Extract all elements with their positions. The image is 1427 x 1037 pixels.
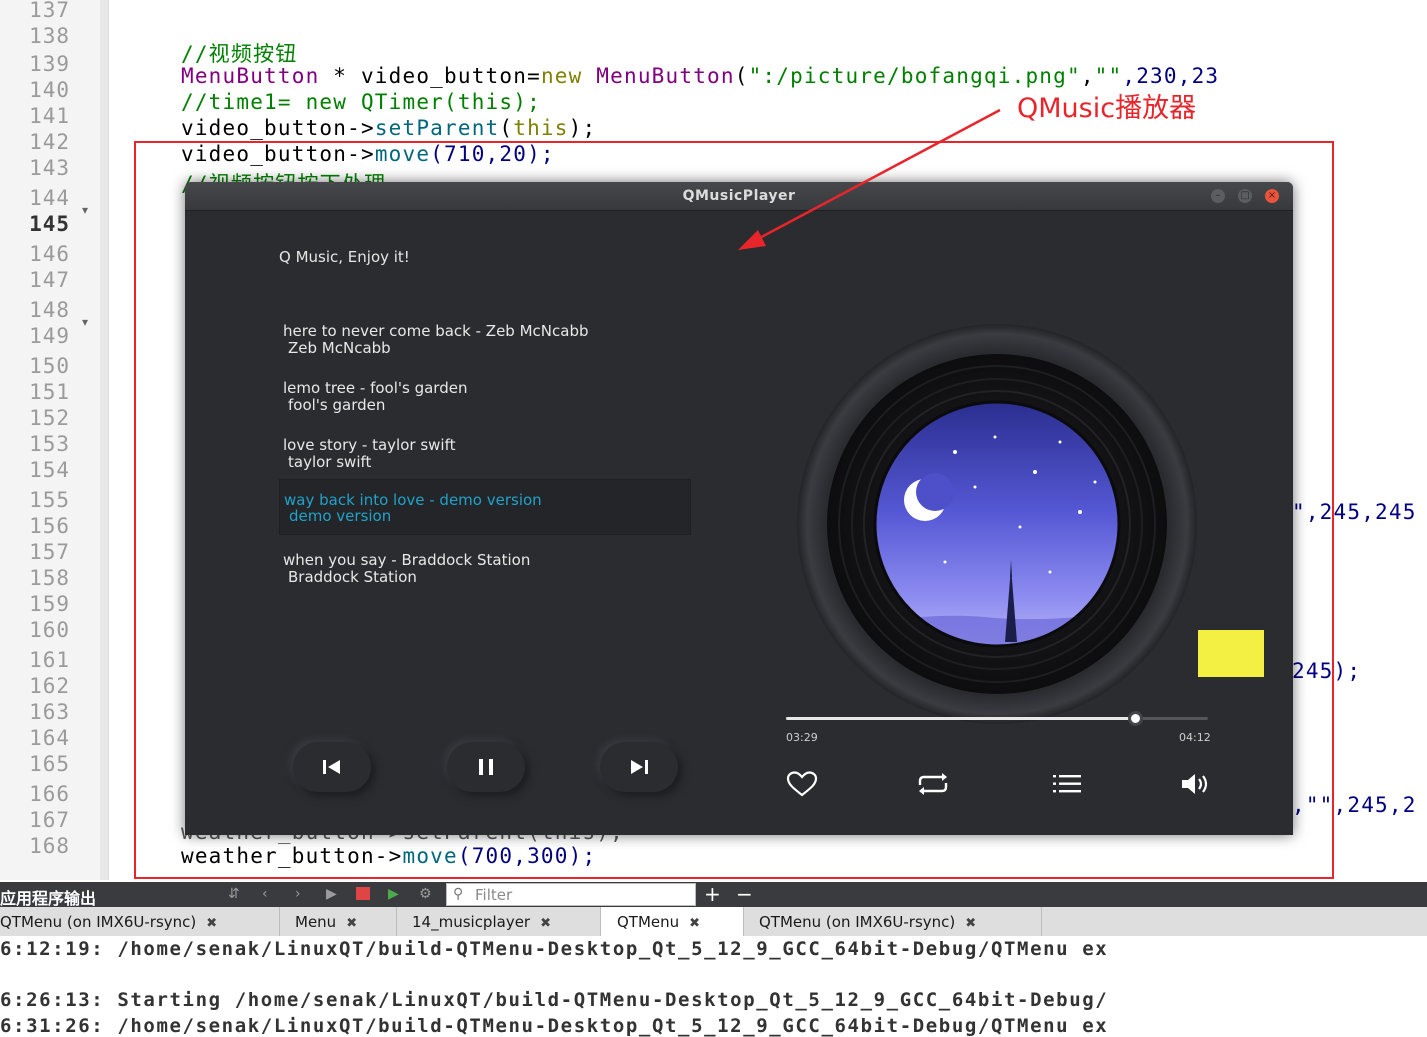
close-tab-icon[interactable]: ✖ (206, 916, 217, 931)
line-number: 149 (29, 324, 70, 348)
line-number: 144 (29, 186, 70, 210)
output-tab[interactable]: Menu ✖ (280, 907, 397, 936)
line-number: 138 (29, 24, 70, 48)
close-tab-icon[interactable]: ✖ (540, 916, 551, 931)
application-output[interactable]: 6:12:19: /home/senak/LinuxQT/build-QTMen… (0, 936, 1427, 1037)
line-number: 141 (29, 104, 70, 128)
fold-bar (100, 0, 108, 880)
stop-icon[interactable] (356, 887, 370, 900)
filter-box[interactable]: ⚲ (446, 883, 696, 906)
back-arrow-icon[interactable]: ‹ (262, 886, 268, 902)
output-tab-selected[interactable]: QTMenu ✖ (601, 907, 744, 936)
tab-label: QTMenu (617, 913, 680, 931)
close-tab-icon[interactable]: ✖ (346, 916, 357, 931)
output-panel-title: 应用程序输出 (0, 889, 97, 908)
tab-label: QTMenu (on IMX6U-rsync) (759, 913, 956, 931)
code-token: * video_button= (319, 64, 541, 88)
line-number: 167 (29, 808, 70, 832)
code-token: ,230,23 (1122, 64, 1220, 88)
line-number: 156 (29, 514, 70, 538)
code-token: MenuButton (181, 64, 320, 88)
line-number: 143 (29, 156, 70, 180)
line-number: 150 (29, 354, 70, 378)
line-number: 153 (29, 432, 70, 456)
code-token: video_button-> (181, 116, 375, 140)
output-toolbar: 应用程序输出 ⇵ ‹ › ▶ ▶ ⚙ ⚲ + − (0, 882, 1427, 908)
line-number: 159 (29, 592, 70, 616)
line-number: 158 (29, 566, 70, 590)
code-token: MenuButton (582, 64, 735, 88)
output-line: 6:31:26: /home/senak/LinuxQT/build-QTMen… (0, 1015, 1109, 1037)
line-number: 151 (29, 380, 70, 404)
code-token: , (1080, 64, 1095, 88)
code-token: setParent (374, 116, 500, 140)
annotation-label: QMusic播放器 (1017, 93, 1197, 124)
line-number: 148 (29, 298, 70, 322)
line-number: 152 (29, 406, 70, 430)
line-number: 162 (29, 674, 70, 698)
line-number: 163 (29, 700, 70, 724)
line-number: 165 (29, 752, 70, 776)
code-line-140: //time1= new QTimer(this); (181, 90, 541, 114)
close-tab-icon[interactable]: ✖ (689, 916, 700, 931)
line-number: 154 (29, 458, 70, 482)
code-token: new (540, 64, 583, 88)
run-icon[interactable]: ▶ (326, 886, 337, 902)
line-number: 140 (29, 78, 70, 102)
line-number: 161 (29, 648, 70, 672)
output-tabs: QTMenu (on IMX6U-rsync) ✖ Menu ✖ 14_musicp… (0, 907, 1427, 937)
annotation-highlight-box (134, 141, 1334, 879)
tab-label: QTMenu (on IMX6U-rsync) (0, 913, 197, 931)
remove-output-button[interactable]: − (736, 882, 753, 906)
line-number: 139 (29, 52, 70, 76)
output-line: 6:12:19: /home/senak/LinuxQT/build-QTMen… (0, 938, 1109, 960)
code-line-141: video_button->setParent(this); (181, 116, 596, 140)
tab-label: 14_musicplayer (412, 913, 531, 931)
output-tab[interactable]: 14_musicplayer ✖ (397, 907, 601, 936)
fold-marker-icon[interactable]: ▾ (82, 315, 88, 329)
code-token: ); (568, 116, 597, 140)
line-number: 142 (29, 130, 70, 154)
line-number: 157 (29, 540, 70, 564)
attach-icon[interactable]: ⇵ (228, 886, 240, 902)
line-number-current: 145 (29, 212, 70, 236)
line-number: 137 (29, 0, 70, 22)
line-number-gutter: 137 138 139 140 141 142 143 144 145 146 … (0, 0, 109, 880)
line-number: 146 (29, 242, 70, 266)
fold-marker-icon[interactable]: ▾ (82, 203, 88, 217)
line-number: 155 (29, 488, 70, 512)
code-token: ( (734, 64, 749, 88)
close-tab-icon[interactable]: ✖ (965, 916, 976, 931)
code-line-139: MenuButton * video_button=new MenuButton… (181, 64, 1219, 88)
debug-run-icon[interactable]: ▶ (388, 886, 399, 902)
add-output-button[interactable]: + (704, 882, 721, 906)
line-number: 160 (29, 618, 70, 642)
code-token: ":/picture/bofangqi.png" (748, 64, 1081, 88)
output-tab[interactable]: QTMenu (on IMX6U-rsync) ✖ (0, 907, 280, 936)
line-number: 166 (29, 782, 70, 806)
line-number: 164 (29, 726, 70, 750)
forward-arrow-icon[interactable]: › (295, 886, 301, 902)
line-number: 147 (29, 268, 70, 292)
search-icon: ⚲ (453, 886, 464, 902)
output-tab[interactable]: QTMenu (on IMX6U-rsync) ✖ (744, 907, 1042, 936)
gear-icon[interactable]: ⚙ (419, 886, 432, 902)
line-number: 168 (29, 834, 70, 858)
code-token: ( (499, 116, 514, 140)
output-line: 6:26:13: Starting /home/senak/LinuxQT/bu… (0, 989, 1109, 1011)
code-token: "" (1094, 64, 1123, 88)
filter-input[interactable] (473, 885, 692, 905)
tab-label: Menu (295, 913, 337, 931)
code-token: this (513, 116, 569, 140)
